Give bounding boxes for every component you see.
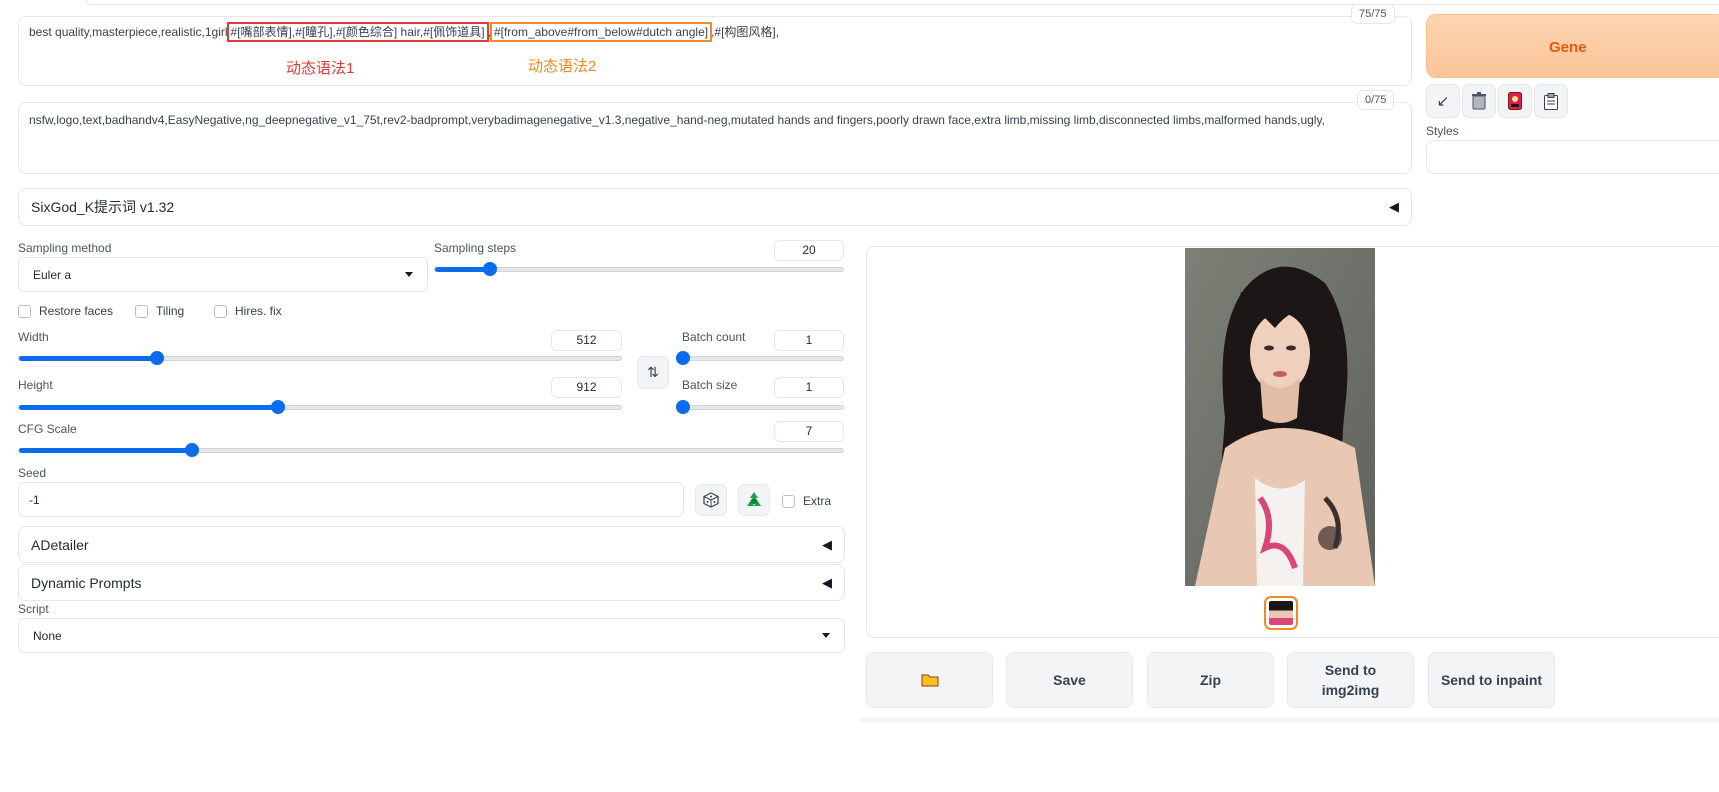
batch-count-input[interactable]: 1	[774, 330, 844, 351]
height-label: Height	[18, 378, 53, 392]
swap-icon: ⇅	[647, 364, 659, 380]
tiling-label: Tiling	[156, 304, 185, 318]
slider-thumb[interactable]	[483, 262, 498, 276]
slider-thumb[interactable]	[676, 400, 690, 414]
bottom-edge	[858, 718, 1719, 722]
slider-thumb[interactable]	[150, 351, 165, 365]
generate-label: Gene	[1549, 39, 1587, 56]
hires-fix-option[interactable]: Hires. fix	[214, 304, 282, 318]
generated-image[interactable]	[1185, 248, 1375, 586]
clear-prompt-button[interactable]	[1462, 84, 1496, 118]
zip-button[interactable]: Zip	[1147, 652, 1274, 708]
sampling-steps-label: Sampling steps	[434, 241, 517, 255]
batch-count-label: Batch count	[682, 330, 746, 344]
open-folder-button[interactable]	[866, 652, 993, 708]
top-bar	[85, 0, 1719, 5]
cfg-scale-slider[interactable]	[18, 443, 844, 457]
output-gallery	[866, 246, 1719, 638]
slider-thumb[interactable]	[270, 400, 285, 414]
styles-label: Styles	[1426, 124, 1459, 138]
tiling-checkbox[interactable]	[135, 304, 148, 318]
sampling-method-value: Euler a	[33, 267, 72, 282]
dynamic-syntax-1-highlight: #[嘴部表情],#[瞳孔],#[颜色综合] hair,#[佩饰道具]	[226, 22, 489, 42]
send-to-inpaint-button[interactable]: Send to inpaint	[1428, 652, 1555, 708]
sixgod-accordion[interactable]: SixGod_K提示词 v1.32 ◀	[18, 188, 1412, 226]
apply-styles-button[interactable]	[1534, 84, 1568, 118]
dynamic-prompts-accordion[interactable]: Dynamic Prompts ◀	[18, 564, 845, 601]
extra-seed-option[interactable]: Extra	[782, 494, 831, 508]
restore-faces-checkbox[interactable]	[18, 304, 31, 318]
gallery-thumbnail[interactable]	[1264, 596, 1298, 630]
slider-thumb[interactable]	[676, 351, 690, 365]
random-seed-button[interactable]	[695, 484, 727, 516]
styles-dropdown[interactable]	[1426, 140, 1719, 174]
sampling-method-dropdown[interactable]: Euler a	[18, 257, 428, 292]
card-icon	[1508, 92, 1522, 110]
batch-count-slider[interactable]	[676, 351, 844, 365]
prompt-textarea[interactable]: best quality,masterpiece,realistic,1girl…	[18, 16, 1412, 86]
cfg-scale-input[interactable]: 7	[774, 421, 844, 442]
dynamic-syntax-2-highlight: #[from_above#from_below#dutch angle]	[489, 22, 713, 42]
reuse-seed-button[interactable]	[738, 484, 770, 516]
adetailer-accordion[interactable]: ADetailer ◀	[18, 526, 845, 563]
negative-prompt-text: nsfw,logo,text,badhandv4,EasyNegative,ng…	[29, 113, 1325, 127]
negative-prompt-textarea[interactable]: nsfw,logo,text,badhandv4,EasyNegative,ng…	[18, 102, 1412, 174]
width-input[interactable]: 512	[551, 330, 622, 351]
negative-token-counter: 0/75	[1357, 90, 1395, 110]
trash-icon	[1472, 92, 1486, 110]
swap-dimensions-button[interactable]: ⇅	[637, 356, 669, 389]
portrait-image	[1185, 248, 1375, 586]
prompt-text-end: ,#[构图风格],	[711, 25, 780, 39]
sampling-method-label: Sampling method	[18, 241, 112, 255]
thumbnail-image	[1269, 601, 1293, 625]
send-to-img2img-button[interactable]: Send to img2img	[1287, 652, 1414, 708]
collapse-triangle-icon: ◀	[822, 574, 832, 590]
script-label: Script	[18, 602, 49, 616]
cfg-scale-label: CFG Scale	[18, 422, 77, 436]
annotation-syntax-1: 动态语法1	[286, 60, 355, 77]
batch-size-label: Batch size	[682, 378, 738, 392]
seed-input[interactable]: -1	[18, 482, 684, 517]
batch-size-input[interactable]: 1	[774, 377, 844, 398]
arrow-icon: ↙	[1436, 93, 1450, 110]
script-dropdown[interactable]: None	[18, 618, 845, 653]
script-value: None	[33, 628, 62, 643]
seed-value: -1	[29, 492, 40, 507]
clipboard-icon	[1544, 92, 1558, 110]
sixgod-label: SixGod_K提示词 v1.32	[31, 199, 175, 215]
send-to-img2img-label: Send to img2img	[1321, 662, 1380, 698]
width-slider[interactable]	[18, 351, 622, 365]
sampling-steps-input[interactable]: 20	[774, 240, 844, 261]
extra-seed-label: Extra	[803, 494, 832, 508]
restore-faces-option[interactable]: Restore faces	[18, 304, 113, 318]
recycle-icon	[747, 492, 761, 506]
prompt-text-start: best quality,masterpiece,realistic,1girl	[29, 25, 228, 39]
extra-seed-checkbox[interactable]	[782, 494, 795, 508]
dice-icon	[703, 492, 719, 508]
hires-fix-label: Hires. fix	[235, 304, 282, 318]
adetailer-label: ADetailer	[31, 536, 89, 553]
dynamic-prompts-label: Dynamic Prompts	[31, 574, 142, 591]
batch-size-slider[interactable]	[676, 400, 844, 414]
folder-icon	[921, 674, 938, 687]
slider-thumb[interactable]	[185, 443, 200, 457]
seed-label: Seed	[18, 466, 47, 480]
prompt-token-counter: 75/75	[1351, 4, 1395, 24]
tiling-option[interactable]: Tiling	[135, 304, 184, 318]
height-slider[interactable]	[18, 400, 622, 414]
chevron-down-icon	[405, 272, 413, 277]
height-input[interactable]: 912	[551, 377, 622, 398]
width-label: Width	[18, 330, 49, 344]
sampling-steps-slider[interactable]	[434, 262, 844, 276]
chevron-down-icon	[822, 633, 830, 638]
generate-button[interactable]: Gene	[1426, 14, 1719, 78]
save-button[interactable]: Save	[1006, 652, 1133, 708]
annotation-syntax-2: 动态语法2	[528, 58, 597, 75]
collapse-triangle-icon: ◀	[1389, 199, 1399, 214]
extra-networks-button[interactable]	[1498, 84, 1532, 118]
collapse-triangle-icon: ◀	[822, 536, 832, 552]
hires-fix-checkbox[interactable]	[214, 304, 227, 318]
restore-faces-label: Restore faces	[39, 304, 114, 318]
read-params-button[interactable]: ↙	[1426, 84, 1460, 118]
